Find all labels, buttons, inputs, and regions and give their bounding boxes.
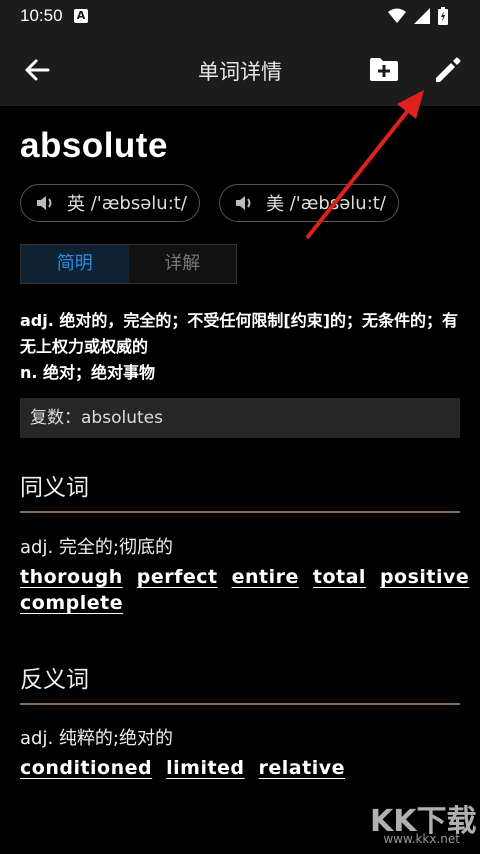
antonym-link[interactable]: limited bbox=[166, 755, 244, 781]
synonyms-pos: adj. 完全的;彻底的 bbox=[20, 537, 173, 558]
notification-a-icon: A bbox=[74, 9, 88, 23]
pronunciation-region: 英 bbox=[67, 194, 85, 215]
divider bbox=[20, 511, 460, 513]
synonym-link[interactable]: complete bbox=[20, 590, 123, 616]
watermark-url: www.kkx.net bbox=[383, 832, 460, 846]
antonyms-pos: adj. 纯粹的;绝对的 bbox=[20, 728, 173, 749]
synonym-link[interactable]: total bbox=[313, 564, 366, 590]
word-headword: absolute bbox=[20, 126, 168, 165]
speaker-icon bbox=[37, 196, 52, 210]
status-time: 10:50 bbox=[20, 6, 63, 25]
synonym-list: thorough perfect entire total positive c… bbox=[20, 564, 470, 616]
synonyms-title: 同义词 bbox=[20, 475, 89, 501]
pronunciation-us-button[interactable]: 美 /'æbsəlu:t/ bbox=[219, 184, 399, 222]
pronunciation-region: 美 bbox=[266, 194, 284, 215]
add-to-folder-icon[interactable] bbox=[368, 54, 400, 84]
divider bbox=[20, 703, 460, 705]
synonym-link[interactable]: thorough bbox=[20, 564, 123, 590]
status-bar: 10:50 A bbox=[0, 0, 480, 32]
pronunciation-uk-button[interactable]: 英 /'æbsəlu:t/ bbox=[20, 184, 200, 222]
app-bar: 单词详情 bbox=[0, 32, 480, 106]
page-title: 单词详情 bbox=[198, 60, 282, 84]
edit-pencil-icon[interactable] bbox=[432, 54, 464, 86]
speaker-icon bbox=[236, 196, 251, 210]
antonym-list: conditioned limited relative bbox=[20, 755, 470, 781]
definition-tabs: 简明 详解 bbox=[20, 244, 237, 284]
synonym-link[interactable]: positive bbox=[380, 564, 469, 590]
pronunciation-ipa: /'æbsəlu:t/ bbox=[289, 192, 386, 214]
tab-detailed[interactable]: 详解 bbox=[128, 245, 236, 283]
antonyms-title: 反义词 bbox=[20, 667, 89, 693]
wifi-icon bbox=[388, 8, 406, 23]
definition-noun: n. 绝对；绝对事物 bbox=[20, 363, 156, 382]
battery-icon bbox=[438, 7, 448, 25]
antonym-link[interactable]: conditioned bbox=[20, 755, 152, 781]
tab-concise[interactable]: 简明 bbox=[21, 245, 129, 283]
signal-icon bbox=[414, 8, 430, 24]
plural-form: 复数：absolutes bbox=[20, 398, 460, 438]
definition-adj: adj. 绝对的，完全的；不受任何限制[约束]的；无条件的；有无上权力或权威的 bbox=[20, 311, 459, 356]
pronunciation-ipa: /'æbsəlu:t/ bbox=[90, 192, 187, 214]
definitions: adj. 绝对的，完全的；不受任何限制[约束]的；无条件的；有无上权力或权威的 … bbox=[20, 308, 465, 386]
synonym-link[interactable]: perfect bbox=[137, 564, 218, 590]
antonym-link[interactable]: relative bbox=[259, 755, 345, 781]
synonym-link[interactable]: entire bbox=[232, 564, 299, 590]
